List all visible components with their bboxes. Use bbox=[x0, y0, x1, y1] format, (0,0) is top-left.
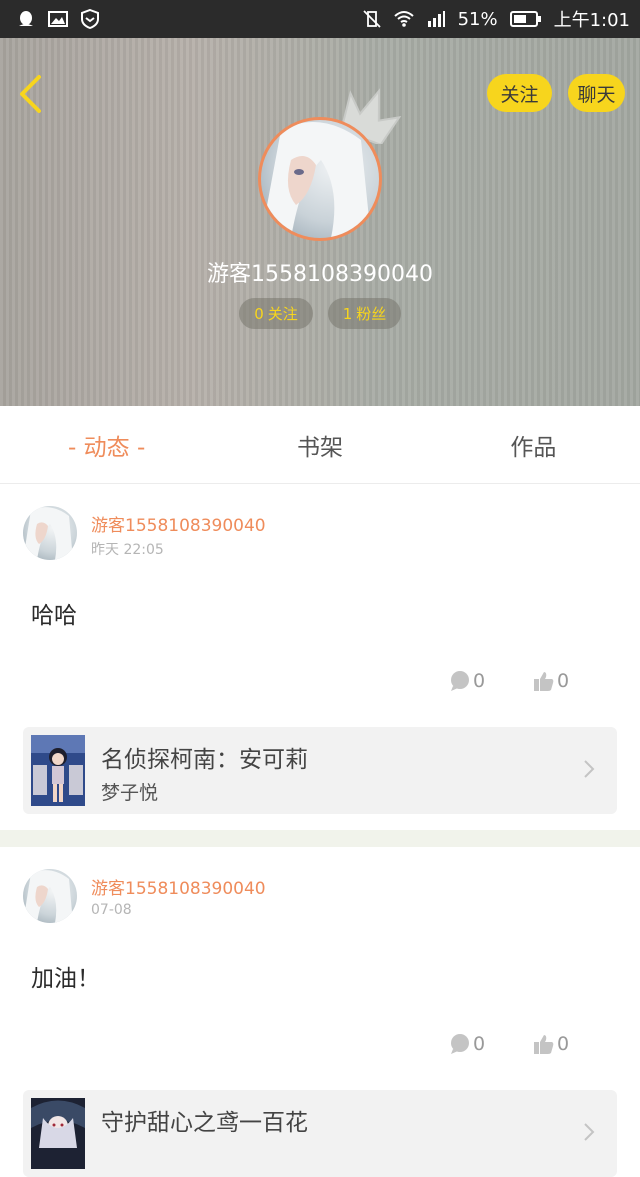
avatar-illustration bbox=[23, 507, 73, 560]
post-time: 07-08 bbox=[91, 902, 132, 918]
back-button[interactable] bbox=[12, 72, 48, 116]
following-count: 0 bbox=[254, 304, 264, 323]
book-author: 梦子悦 bbox=[101, 782, 159, 804]
comment-icon bbox=[451, 671, 469, 691]
book-cover-image bbox=[31, 1098, 85, 1169]
status-left bbox=[16, 9, 100, 29]
signal-icon bbox=[427, 11, 445, 27]
like-button[interactable]: 0 bbox=[533, 1033, 569, 1055]
gallery-icon bbox=[48, 11, 68, 27]
fans-stat[interactable]: 1 粉丝 bbox=[328, 298, 401, 329]
thumbs-up-icon bbox=[534, 1035, 554, 1054]
vibrate-off-icon bbox=[362, 10, 381, 28]
post-time: 昨天 22:05 bbox=[91, 542, 164, 558]
chevron-left-icon bbox=[20, 75, 41, 113]
book-cover-image bbox=[31, 735, 85, 806]
like-count: 0 bbox=[557, 670, 570, 692]
book-title: 守护甜心之鸢一百花 bbox=[101, 1110, 308, 1136]
chevron-right-icon bbox=[584, 1123, 595, 1141]
wifi-icon bbox=[393, 11, 414, 27]
battery-percent: 51% bbox=[457, 8, 498, 30]
post-text: 哈哈 bbox=[31, 603, 77, 629]
following-label: 关注 bbox=[267, 305, 298, 323]
chat-button[interactable]: 聊天 bbox=[568, 74, 625, 112]
book-cover bbox=[31, 735, 85, 806]
feed-post: 游客1558108390040 07-08 加油！ 0 0 守护甜心之鸢一百花 bbox=[0, 847, 640, 1177]
book-cover bbox=[31, 1098, 85, 1169]
post-username[interactable]: 游客1558108390040 bbox=[91, 874, 266, 899]
feed-post: 游客1558108390040 昨天 22:05 哈哈 0 0 名侦探柯南：安可… bbox=[0, 484, 640, 830]
thumbs-up-icon bbox=[534, 672, 554, 691]
profile-header: 关注 聊天 游客1558108390040 0 关注 1 粉丝 bbox=[0, 38, 640, 406]
avatar[interactable] bbox=[23, 869, 77, 923]
tab-bar: - 动态 - 书架 作品 bbox=[0, 406, 640, 484]
tab-activity[interactable]: - 动态 - bbox=[0, 406, 213, 483]
qq-icon bbox=[19, 11, 33, 26]
comment-count: 0 bbox=[473, 1033, 486, 1055]
feed-divider bbox=[0, 830, 640, 847]
book-card[interactable]: 守护甜心之鸢一百花 bbox=[23, 1090, 617, 1177]
following-stat[interactable]: 0 关注 bbox=[239, 298, 313, 329]
profile-avatar[interactable] bbox=[258, 117, 382, 241]
avatar-illustration bbox=[23, 870, 73, 923]
fans-count: 1 bbox=[342, 304, 353, 323]
shield-icon bbox=[81, 9, 99, 29]
status-bar: 51% 上午1:01 bbox=[0, 0, 640, 38]
avatar[interactable] bbox=[23, 506, 77, 560]
like-button[interactable]: 0 bbox=[533, 670, 569, 692]
book-card[interactable]: 名侦探柯南：安可莉 梦子悦 bbox=[23, 727, 617, 814]
chevron-right-icon bbox=[584, 760, 595, 778]
comment-icon bbox=[451, 1034, 469, 1054]
battery-icon bbox=[509, 11, 541, 27]
comment-count: 0 bbox=[473, 670, 486, 692]
status-right: 51% 上午1:01 bbox=[362, 6, 630, 32]
fans-label: 粉丝 bbox=[356, 305, 387, 323]
follow-button[interactable]: 关注 bbox=[487, 74, 552, 112]
book-title: 名侦探柯南：安可莉 bbox=[101, 747, 308, 773]
comment-button[interactable]: 0 bbox=[449, 1033, 485, 1055]
post-username[interactable]: 游客1558108390040 bbox=[91, 511, 266, 536]
post-text: 加油！ bbox=[31, 966, 100, 992]
profile-username: 游客1558108390040 bbox=[207, 262, 433, 287]
tab-bookshelf[interactable]: 书架 bbox=[213, 406, 426, 483]
tab-works[interactable]: 作品 bbox=[427, 406, 640, 483]
comment-button[interactable]: 0 bbox=[449, 670, 485, 692]
clock: 上午1:01 bbox=[553, 10, 630, 31]
avatar-illustration bbox=[261, 122, 371, 238]
like-count: 0 bbox=[557, 1033, 570, 1055]
